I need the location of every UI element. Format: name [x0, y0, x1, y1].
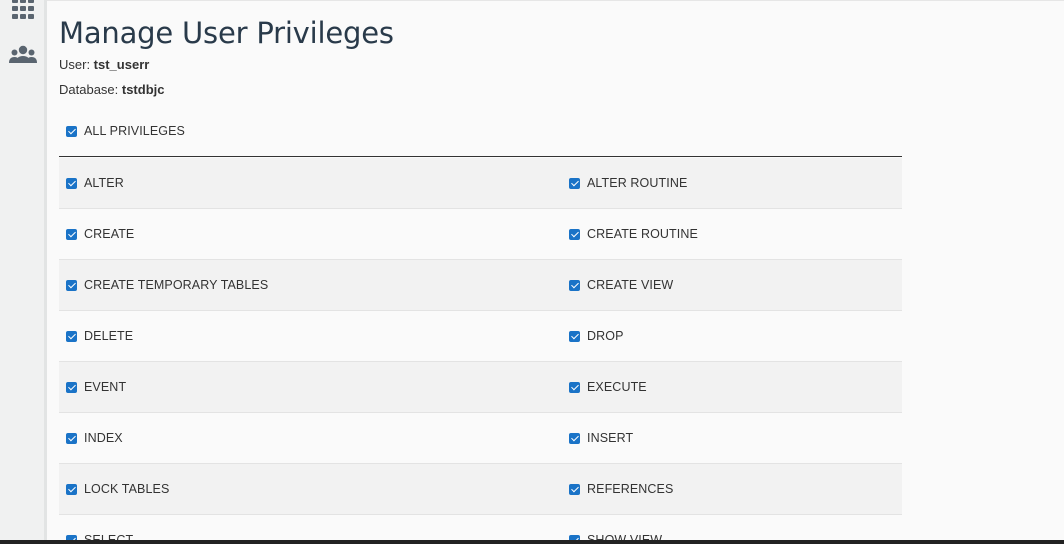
privilege-label[interactable]: LOCK TABLES: [84, 482, 169, 496]
privilege-label[interactable]: INDEX: [84, 431, 123, 445]
privilege-checkbox[interactable]: [66, 433, 77, 444]
privilege-row: EVENT EXECUTE: [59, 362, 902, 413]
privilege-checkbox[interactable]: [569, 178, 580, 189]
privilege-label[interactable]: CREATE: [84, 227, 134, 241]
apps-grid-icon[interactable]: [8, 0, 38, 26]
users-group-icon[interactable]: [8, 43, 38, 69]
privilege-checkbox[interactable]: [66, 178, 77, 189]
privilege-label[interactable]: REFERENCES: [587, 482, 673, 496]
database-value: tstdbjc: [121, 82, 165, 97]
privilege-checkbox[interactable]: [66, 229, 77, 240]
database-info: Database: tstdbjc: [59, 82, 165, 97]
privilege-checkbox[interactable]: [569, 280, 580, 291]
user-label: User:: [59, 57, 94, 72]
privilege-row: CREATE CREATE ROUTINE: [59, 209, 902, 260]
all-privileges-checkbox[interactable]: [66, 126, 77, 137]
privilege-checkbox[interactable]: [569, 484, 580, 495]
privilege-label[interactable]: ALTER ROUTINE: [587, 176, 687, 190]
privilege-label[interactable]: EVENT: [84, 380, 126, 394]
privilege-checkbox[interactable]: [569, 229, 580, 240]
privilege-label[interactable]: EXECUTE: [587, 380, 647, 394]
privilege-label[interactable]: CREATE ROUTINE: [587, 227, 698, 241]
privilege-row: INDEX INSERT: [59, 413, 902, 464]
database-label: Database:: [59, 82, 122, 97]
privilege-label[interactable]: INSERT: [587, 431, 633, 445]
user-value: tst_userr: [93, 57, 150, 72]
privilege-label[interactable]: DELETE: [84, 329, 133, 343]
user-info: User: tst_userr: [59, 57, 149, 72]
privilege-checkbox[interactable]: [569, 331, 580, 342]
privilege-label[interactable]: DROP: [587, 329, 624, 343]
privilege-checkbox[interactable]: [569, 382, 580, 393]
privilege-checkbox[interactable]: [66, 484, 77, 495]
sidebar: [0, 0, 47, 544]
privilege-checkbox[interactable]: [66, 280, 77, 291]
all-privileges-row: ALL PRIVILEGES: [59, 120, 902, 157]
privilege-row: LOCK TABLES REFERENCES: [59, 464, 902, 515]
page-title: Manage User Privileges: [59, 16, 394, 50]
bottom-edge-bar: [0, 540, 1064, 544]
privilege-label[interactable]: CREATE TEMPORARY TABLES: [84, 278, 268, 292]
privilege-label[interactable]: CREATE VIEW: [587, 278, 673, 292]
privilege-row: CREATE TEMPORARY TABLES CREATE VIEW: [59, 260, 902, 311]
privilege-row: DELETE DROP: [59, 311, 902, 362]
privilege-checkbox[interactable]: [66, 331, 77, 342]
privilege-checkbox[interactable]: [66, 382, 77, 393]
privilege-checkbox[interactable]: [569, 433, 580, 444]
privileges-table: ALTER ALTER ROUTINE CREATE CREATE ROUTINE CR…: [59, 158, 902, 544]
main-content: Manage User Privileges User: tst_userr D…: [59, 0, 902, 544]
all-privileges-label[interactable]: ALL PRIVILEGES: [84, 124, 185, 138]
privilege-row: ALTER ALTER ROUTINE: [59, 158, 902, 209]
privilege-label[interactable]: ALTER: [84, 176, 124, 190]
